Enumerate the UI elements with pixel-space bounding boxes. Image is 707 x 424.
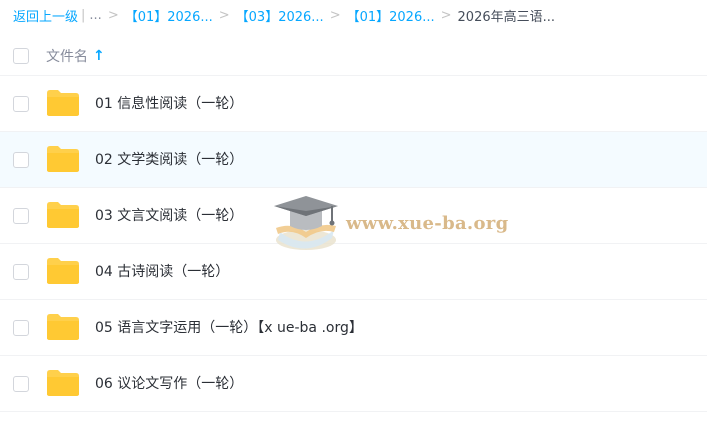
list-item[interactable]: 05 语言文字运用（一轮）【x ue-ba .org】 (0, 300, 707, 356)
arrow-up-icon: ↑ (93, 48, 105, 64)
folder-icon (47, 90, 79, 116)
list-item[interactable]: 06 议论文写作（一轮） (0, 356, 707, 412)
folder-icon (47, 370, 79, 396)
folder-icon (47, 202, 79, 228)
select-all-checkbox[interactable] (13, 48, 29, 64)
breadcrumb-item-3[interactable]: 【01】2026... (347, 6, 435, 25)
breadcrumb-item-2[interactable]: 【03】2026... (236, 6, 324, 25)
row-checkbox[interactable] (13, 208, 29, 224)
file-name: 02 文学类阅读（一轮） (95, 152, 244, 168)
folder-icon (47, 258, 79, 284)
folder-icon (47, 146, 79, 172)
chevron-right-icon: > (218, 7, 230, 23)
chevron-right-icon: > (329, 7, 341, 23)
list-item[interactable]: 03 文言文阅读（一轮） (0, 188, 707, 244)
sort-by-name-button[interactable]: 文件名 ↑ (46, 46, 105, 66)
list-item[interactable]: 04 古诗阅读（一轮） (0, 244, 707, 300)
chevron-right-icon: > (440, 7, 452, 23)
file-name: 06 议论文写作（一轮） (95, 376, 244, 392)
row-checkbox[interactable] (13, 320, 29, 336)
list-header: 文件名 ↑ (0, 37, 707, 76)
file-name: 01 信息性阅读（一轮） (95, 96, 244, 112)
breadcrumb-ellipsis[interactable]: ... (89, 8, 101, 23)
file-name: 03 文言文阅读（一轮） (95, 208, 244, 224)
breadcrumb-divider: | (81, 7, 86, 23)
file-name: 04 古诗阅读（一轮） (95, 264, 230, 280)
breadcrumb: 返回上一级 | ... > 【01】2026... > 【03】2026... … (13, 5, 555, 25)
folder-icon (47, 314, 79, 340)
back-link[interactable]: 返回上一级 (13, 6, 78, 25)
file-name: 05 语言文字运用（一轮）【x ue-ba .org】 (95, 320, 363, 336)
row-checkbox[interactable] (13, 376, 29, 392)
row-checkbox[interactable] (13, 152, 29, 168)
chevron-right-icon: > (107, 7, 119, 23)
breadcrumb-item-1[interactable]: 【01】2026... (125, 6, 213, 25)
breadcrumb-current: 2026年高三语... (457, 9, 556, 25)
row-checkbox[interactable] (13, 96, 29, 112)
file-browser: 返回上一级 | ... > 【01】2026... > 【03】2026... … (0, 0, 707, 424)
column-label-filename: 文件名 (46, 49, 88, 65)
list-item[interactable]: 02 文学类阅读（一轮） (0, 132, 707, 188)
row-checkbox[interactable] (13, 264, 29, 280)
list-item[interactable]: 01 信息性阅读（一轮） (0, 76, 707, 132)
